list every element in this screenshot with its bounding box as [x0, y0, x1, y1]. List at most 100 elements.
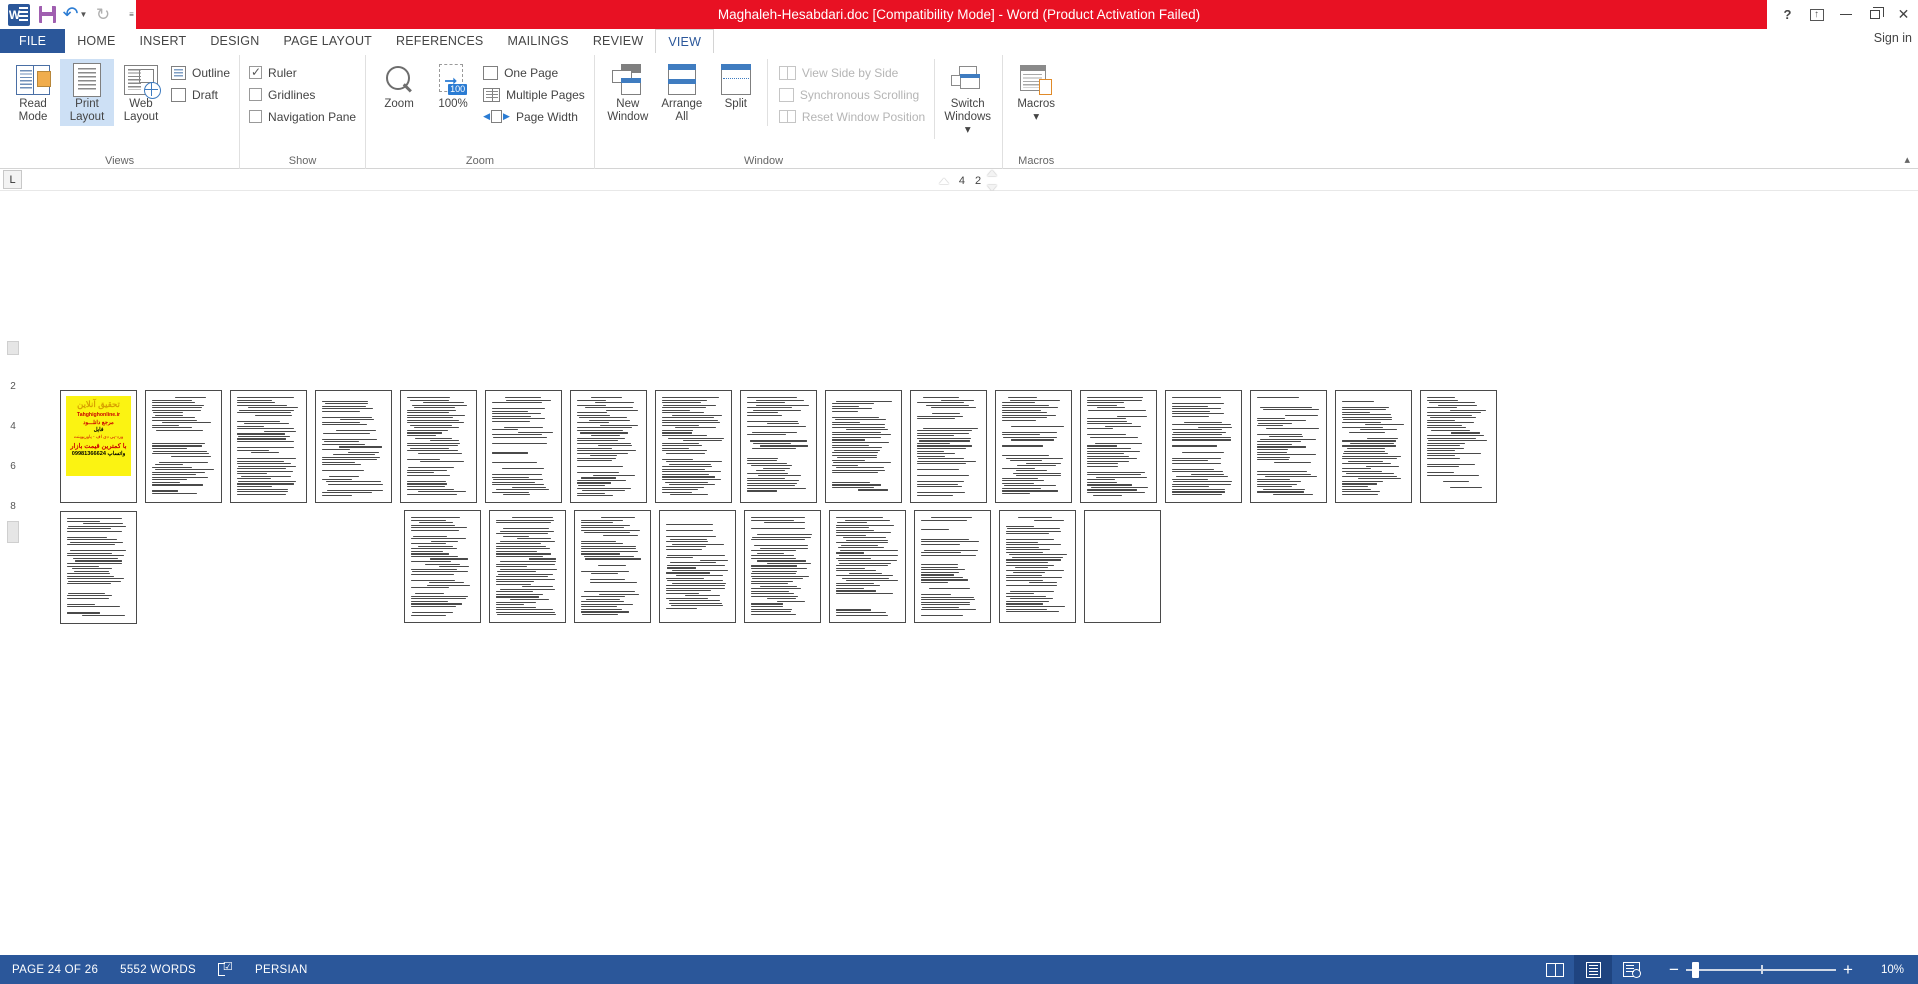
- magnifier-icon: [384, 62, 414, 98]
- multiple-pages-button[interactable]: Multiple Pages: [480, 85, 588, 104]
- page-thumbnail[interactable]: [659, 510, 736, 623]
- save-icon[interactable]: [34, 2, 60, 28]
- tab-stop-selector[interactable]: L: [3, 170, 22, 189]
- zoom-slider[interactable]: [1686, 955, 1836, 984]
- page-thumbnail[interactable]: [1250, 390, 1327, 503]
- tab-mailings[interactable]: MAILINGS: [495, 29, 580, 53]
- vertical-ruler[interactable]: 2 4 6 8: [5, 341, 21, 621]
- read-mode-icon: [16, 62, 50, 98]
- page-thumbnail[interactable]: [574, 510, 651, 623]
- page-thumbnail[interactable]: [655, 390, 732, 503]
- web-layout-icon: [124, 62, 161, 99]
- proofing-icon[interactable]: ☑: [218, 962, 233, 976]
- new-window-button[interactable]: New Window: [601, 59, 655, 126]
- print-layout-button[interactable]: Print Layout: [60, 59, 114, 126]
- read-mode-button[interactable]: Read Mode: [6, 59, 60, 126]
- navigation-pane-checkbox-item[interactable]: Navigation Pane: [246, 107, 359, 126]
- one-page-label: One Page: [504, 65, 559, 80]
- ribbon: Read Mode Print Layout Web Layout Outlin…: [0, 53, 1918, 169]
- gridlines-checkbox-item[interactable]: Gridlines: [246, 85, 359, 104]
- first-line-indent-marker[interactable]: [938, 177, 949, 184]
- indent-markers[interactable]: [984, 170, 1000, 191]
- ruler-checkbox[interactable]: [249, 65, 263, 79]
- page-thumbnail[interactable]: [999, 510, 1076, 623]
- page-thumbnail[interactable]: [315, 390, 392, 503]
- close-button[interactable]: ✕: [1889, 0, 1918, 29]
- switch-windows-button[interactable]: Switch Windows ▾: [934, 59, 996, 139]
- ruler-checkbox-item[interactable]: Ruler: [246, 63, 359, 82]
- horizontal-ruler[interactable]: 4 2: [920, 170, 1000, 191]
- document-workspace[interactable]: 2 4 6 8 تحقیق آنلاین Tahghighonline.ir م…: [0, 191, 1918, 983]
- page-thumbnail[interactable]: [489, 510, 566, 623]
- page-thumbnail[interactable]: [1080, 390, 1157, 503]
- page-thumbnail[interactable]: [60, 511, 137, 624]
- page-thumbnail[interactable]: [570, 390, 647, 503]
- zoom-in-button[interactable]: +: [1836, 955, 1860, 984]
- zoom-100-button[interactable]: ➞ 100 100%: [426, 59, 480, 113]
- page-thumbnail[interactable]: [230, 390, 307, 503]
- split-label: Split: [724, 98, 747, 110]
- outline-view-button[interactable]: Outline: [168, 63, 233, 82]
- navigation-pane-checkbox[interactable]: [249, 110, 263, 123]
- tab-page-layout[interactable]: PAGE LAYOUT: [271, 29, 384, 53]
- macros-button[interactable]: Macros ▾: [1009, 59, 1063, 126]
- page-thumbnail[interactable]: [400, 390, 477, 503]
- print-layout-view-button[interactable]: [1574, 955, 1612, 984]
- page-thumbnail[interactable]: [1165, 390, 1242, 503]
- web-layout-button[interactable]: Web Layout: [114, 59, 168, 126]
- help-icon[interactable]: ?: [1773, 0, 1802, 29]
- undo-icon[interactable]: ↶ ▼: [62, 2, 88, 28]
- zoom-slider-thumb[interactable]: [1692, 962, 1699, 978]
- tab-references[interactable]: REFERENCES: [384, 29, 495, 53]
- tab-review[interactable]: REVIEW: [581, 29, 656, 53]
- page-thumbnail[interactable]: [744, 510, 821, 623]
- page-thumbnail[interactable]: [829, 510, 906, 623]
- gridlines-checkbox[interactable]: [249, 88, 263, 101]
- collapse-ribbon-icon[interactable]: ▴: [1904, 153, 1910, 166]
- page-thumbnail[interactable]: [1084, 510, 1161, 623]
- tab-file[interactable]: FILE: [0, 29, 66, 53]
- page-content: [751, 517, 814, 616]
- language-indicator[interactable]: PERSIAN: [255, 964, 308, 976]
- reset-window-position-button[interactable]: Reset Window Position: [776, 107, 928, 126]
- sign-in-link[interactable]: Sign in: [1874, 31, 1912, 45]
- synchronous-scrolling-button[interactable]: Synchronous Scrolling: [776, 85, 928, 104]
- page-thumbnail[interactable]: [910, 390, 987, 503]
- tab-home[interactable]: HOME: [65, 29, 127, 53]
- word-app-icon[interactable]: W: [6, 2, 32, 28]
- arrange-all-button[interactable]: Arrange All: [655, 59, 709, 126]
- view-side-by-side-button[interactable]: View Side by Side: [776, 63, 928, 82]
- one-page-button[interactable]: One Page: [480, 63, 588, 82]
- tab-design[interactable]: DESIGN: [198, 29, 271, 53]
- zoom-control[interactable]: − + 10%: [1662, 955, 1904, 984]
- web-layout-view-button[interactable]: [1612, 955, 1650, 984]
- page-thumbnail[interactable]: [1335, 390, 1412, 503]
- ribbon-display-options-icon[interactable]: [1802, 0, 1831, 29]
- page-thumbnail[interactable]: [914, 510, 991, 623]
- page-thumbnail[interactable]: [404, 510, 481, 623]
- page-thumbnail[interactable]: [825, 390, 902, 503]
- draft-view-button[interactable]: Draft: [168, 85, 233, 104]
- page-thumbnail[interactable]: [1420, 390, 1497, 503]
- zoom-button[interactable]: Zoom: [372, 59, 426, 113]
- split-button[interactable]: Split: [709, 59, 763, 113]
- page-thumbnail-cover[interactable]: تحقیق آنلاین Tahghighonline.ir مرجع دانل…: [60, 390, 137, 503]
- page-thumbnail[interactable]: [145, 390, 222, 503]
- page-thumbnails-row2[interactable]: [404, 510, 1184, 623]
- minimize-button[interactable]: [1831, 0, 1860, 29]
- restore-button[interactable]: [1860, 0, 1889, 29]
- zoom-level-label[interactable]: 10%: [1860, 964, 1904, 976]
- zoom-out-button[interactable]: −: [1662, 955, 1686, 984]
- page-width-button[interactable]: ◀ ▶ Page Width: [480, 107, 588, 126]
- tab-insert[interactable]: INSERT: [128, 29, 199, 53]
- word-count[interactable]: 5552 WORDS: [120, 964, 196, 976]
- ribbon-tabs: FILE HOME INSERT DESIGN PAGE LAYOUT REFE…: [0, 29, 1918, 53]
- page-thumbnail[interactable]: [995, 390, 1072, 503]
- page-thumbnail[interactable]: [485, 390, 562, 503]
- page-indicator[interactable]: PAGE 24 OF 26: [12, 964, 98, 976]
- page-thumbnail[interactable]: [740, 390, 817, 503]
- customize-qat-icon[interactable]: ≡: [118, 2, 144, 28]
- tab-view[interactable]: VIEW: [655, 29, 715, 53]
- read-mode-view-button[interactable]: [1536, 955, 1574, 984]
- redo-icon[interactable]: ↻: [90, 2, 116, 28]
